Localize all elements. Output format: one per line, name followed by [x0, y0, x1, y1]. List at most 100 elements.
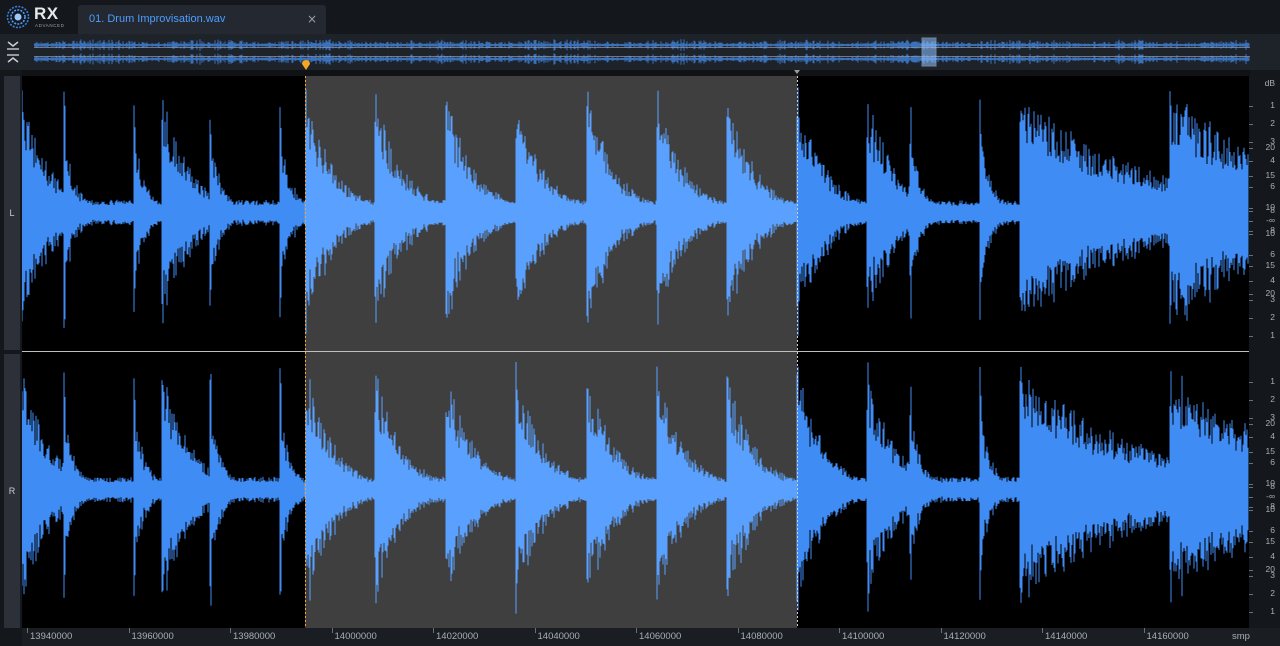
db-tick [1249, 142, 1253, 144]
db-tick-label: -∞ [1266, 215, 1275, 225]
db-tick [1249, 381, 1253, 383]
time-tick-label: 14020000 [436, 631, 479, 642]
db-unit-label: dB [1264, 78, 1275, 88]
time-tick [534, 628, 536, 633]
db-tick [1249, 486, 1253, 488]
selection-end-handle[interactable] [794, 70, 800, 74]
db-tick-label: 8 [1270, 225, 1275, 236]
db-tick-label: 15 [1265, 446, 1275, 457]
waveform-display[interactable] [22, 76, 1249, 628]
db-tick [1249, 281, 1253, 283]
db-tick-label: 10 [1265, 477, 1275, 488]
db-tick [1249, 418, 1253, 420]
time-tick-label: 14060000 [639, 631, 682, 642]
time-tick [433, 628, 434, 633]
db-tick [1249, 317, 1253, 319]
db-tick [1249, 570, 1253, 572]
db-tick [1249, 221, 1253, 222]
db-tick [1249, 452, 1253, 454]
db-tick [1249, 160, 1253, 162]
time-tick-label: 14040000 [537, 631, 580, 642]
time-tick-label: 14140000 [1045, 631, 1088, 642]
time-tick [940, 628, 942, 633]
overview-view-range[interactable] [921, 37, 937, 67]
db-tick [1249, 147, 1253, 149]
db-tick [1249, 507, 1253, 509]
time-tick [636, 628, 637, 633]
db-tick [1249, 231, 1253, 233]
db-tick-label: 10 [1265, 201, 1275, 212]
waveform-overview[interactable] [0, 34, 1280, 70]
time-tick-label: 14160000 [1146, 631, 1189, 642]
db-tick-label: 2 [1270, 394, 1275, 405]
db-tick-label: 6 [1270, 180, 1275, 191]
db-tick [1249, 612, 1253, 614]
time-tick [1042, 628, 1043, 633]
db-tick [1249, 105, 1253, 107]
db-tick [1249, 186, 1253, 188]
db-tick [1249, 124, 1253, 126]
db-tick-label: 1 [1270, 375, 1275, 386]
time-tick-label: 14000000 [334, 631, 377, 642]
db-tick [1249, 510, 1253, 512]
logo-text: RX [34, 4, 59, 23]
collapse-overview-icon[interactable] [4, 39, 22, 65]
logo-subtitle: ADVANCED [35, 23, 65, 28]
rx-logo: RX ADVANCED [6, 4, 64, 30]
db-tick [1249, 541, 1253, 543]
db-tick [1249, 423, 1253, 425]
channel-labels: L R [0, 76, 22, 628]
db-tick [1249, 299, 1253, 301]
db-tick-label: 6 [1270, 456, 1275, 467]
time-tick-label: 14120000 [943, 631, 986, 642]
db-tick [1249, 531, 1253, 533]
db-tick [1249, 575, 1253, 577]
time-tick-label: 14080000 [740, 631, 783, 642]
db-tick [1249, 294, 1253, 296]
db-tick [1249, 234, 1253, 236]
time-unit-label: smp [1232, 631, 1250, 642]
time-tick-label: 13940000 [30, 631, 73, 642]
channel-label-right[interactable]: R [4, 354, 20, 628]
time-tick [1143, 628, 1145, 633]
overview-waveform[interactable] [34, 37, 1250, 67]
db-tick-label: 20 [1265, 141, 1275, 152]
db-tick-label: 20 [1265, 417, 1275, 428]
close-tab-icon[interactable]: × [305, 12, 319, 26]
db-tick-label: 8 [1270, 501, 1275, 512]
db-tick-label: 3 [1270, 569, 1275, 580]
time-tick-label: 13980000 [233, 631, 276, 642]
time-tick [230, 628, 231, 633]
db-tick-label: 15 [1265, 170, 1275, 181]
db-tick [1249, 557, 1253, 559]
db-tick-label: 3 [1270, 293, 1275, 304]
time-tick [737, 628, 739, 633]
db-tick [1249, 176, 1253, 178]
time-tick [331, 628, 333, 633]
time-tick [27, 628, 28, 633]
db-tick-label: 1 [1270, 99, 1275, 110]
rx-logo-icon [6, 5, 30, 29]
time-tick [128, 628, 130, 633]
db-tick [1249, 483, 1253, 485]
time-tick-label: 14100000 [842, 631, 885, 642]
time-ruler[interactable]: smp 13940000 13960000 13980000 14000000 1402… [22, 628, 1280, 646]
file-tab-label[interactable]: 01. Drum Improvisation.wav [89, 13, 225, 25]
db-tick [1249, 207, 1253, 209]
db-tick [1249, 265, 1253, 267]
file-tab[interactable]: 01. Drum Improvisation.wav × [78, 5, 326, 34]
db-tick [1249, 255, 1253, 257]
db-tick-label: -∞ [1266, 491, 1275, 501]
db-tick-label: 2 [1270, 311, 1275, 322]
db-tick-label: 6 [1270, 249, 1275, 260]
db-tick-label: 4 [1270, 430, 1275, 441]
db-tick-label: 15 [1265, 535, 1275, 546]
db-tick [1249, 497, 1253, 498]
db-tick [1249, 593, 1253, 595]
db-tick-label: 6 [1270, 525, 1275, 536]
db-tick [1249, 210, 1253, 212]
title-bar: RX ADVANCED 01. Drum Improvisation.wav × [0, 0, 1280, 34]
db-tick-label: 2 [1270, 118, 1275, 129]
db-tick-label: 4 [1270, 551, 1275, 562]
channel-label-left[interactable]: L [4, 76, 20, 350]
